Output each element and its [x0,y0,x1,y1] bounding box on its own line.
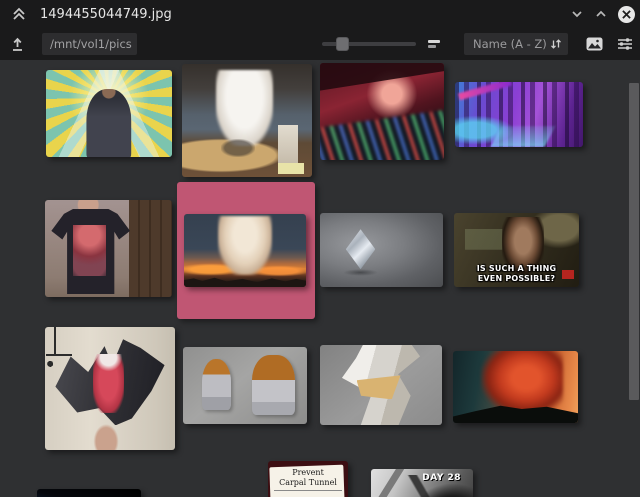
thumbnail-caption: Prevent [292,468,324,477]
thumbnail-caption: EVEN POSSIBLE? [477,274,556,283]
thumbnail-day28-meme[interactable]: DAY 28 [371,469,473,497]
sort-dropdown[interactable]: Name (A - Z) [464,33,568,55]
sort-direction-icon [551,39,561,49]
thumbnail-caption: Carpal Tunnel [274,478,342,491]
slider-handle[interactable] [336,37,349,51]
thumbnail-dwarf-3d[interactable] [183,347,307,424]
image-view-button[interactable] [586,37,603,51]
thumbnail-galah-bird[interactable] [45,327,175,450]
thumbnail-size-slider[interactable] [322,37,416,51]
sliders-icon [618,38,632,50]
sort-label: Name (A - Z) [473,37,547,51]
thumbnail-lowpoly-model[interactable] [320,345,442,425]
double-chevron-up-icon [13,7,25,20]
thumbnail-caption: DAY 28 [422,473,461,483]
close-icon [622,9,631,19]
thumbnail-caption: IS SUCH A THING [476,264,557,273]
filter-settings-button[interactable] [617,37,633,51]
collapse-panel-icon[interactable] [10,5,28,23]
thumbnail-explosion-cloud[interactable] [184,214,306,287]
thumbnail-tshirt[interactable] [45,200,172,297]
close-button[interactable] [618,5,635,23]
sort-lines-icon[interactable] [428,38,442,50]
toolbar: /mnt/vol1/pics Name (A - Z) [0,28,640,60]
scrollbar-thumb[interactable] [629,83,639,400]
thumbnail-carpal-poster[interactable]: PreventCarpal TunnelNO [268,461,348,497]
chevron-down-icon[interactable] [568,5,586,23]
thumbnail-kitten-desk[interactable] [182,64,312,177]
upload-arrow-icon [12,37,22,51]
thumbnail-red-eruption[interactable] [453,351,578,423]
window-title: 1494455044749.jpg [40,6,172,22]
path-input[interactable]: /mnt/vol1/pics [42,33,137,55]
thumbnail-aliens-meme[interactable]: IS SUCH A THING EVEN POSSIBLE? [454,213,579,287]
chevron-up-icon[interactable] [592,5,610,23]
image-browser-window: 1494455044749.jpg /mnt/vol1/pics Name (A… [0,0,640,497]
thumbnail-cyberpunk-city[interactable] [455,82,583,147]
thumbnail-earth-horizon[interactable] [37,489,141,497]
thumbnail-cat-keyboard[interactable] [320,63,444,160]
thumbnail-octahedron[interactable] [320,213,443,287]
go-up-directory-button[interactable] [8,35,26,53]
titlebar: 1494455044749.jpg [0,0,640,28]
thumbnail-comic-deity[interactable] [46,70,172,157]
picture-icon [586,37,603,51]
thumbnail-grid: IS SUCH A THING EVEN POSSIBLE? Prevent Carp… [0,60,640,497]
